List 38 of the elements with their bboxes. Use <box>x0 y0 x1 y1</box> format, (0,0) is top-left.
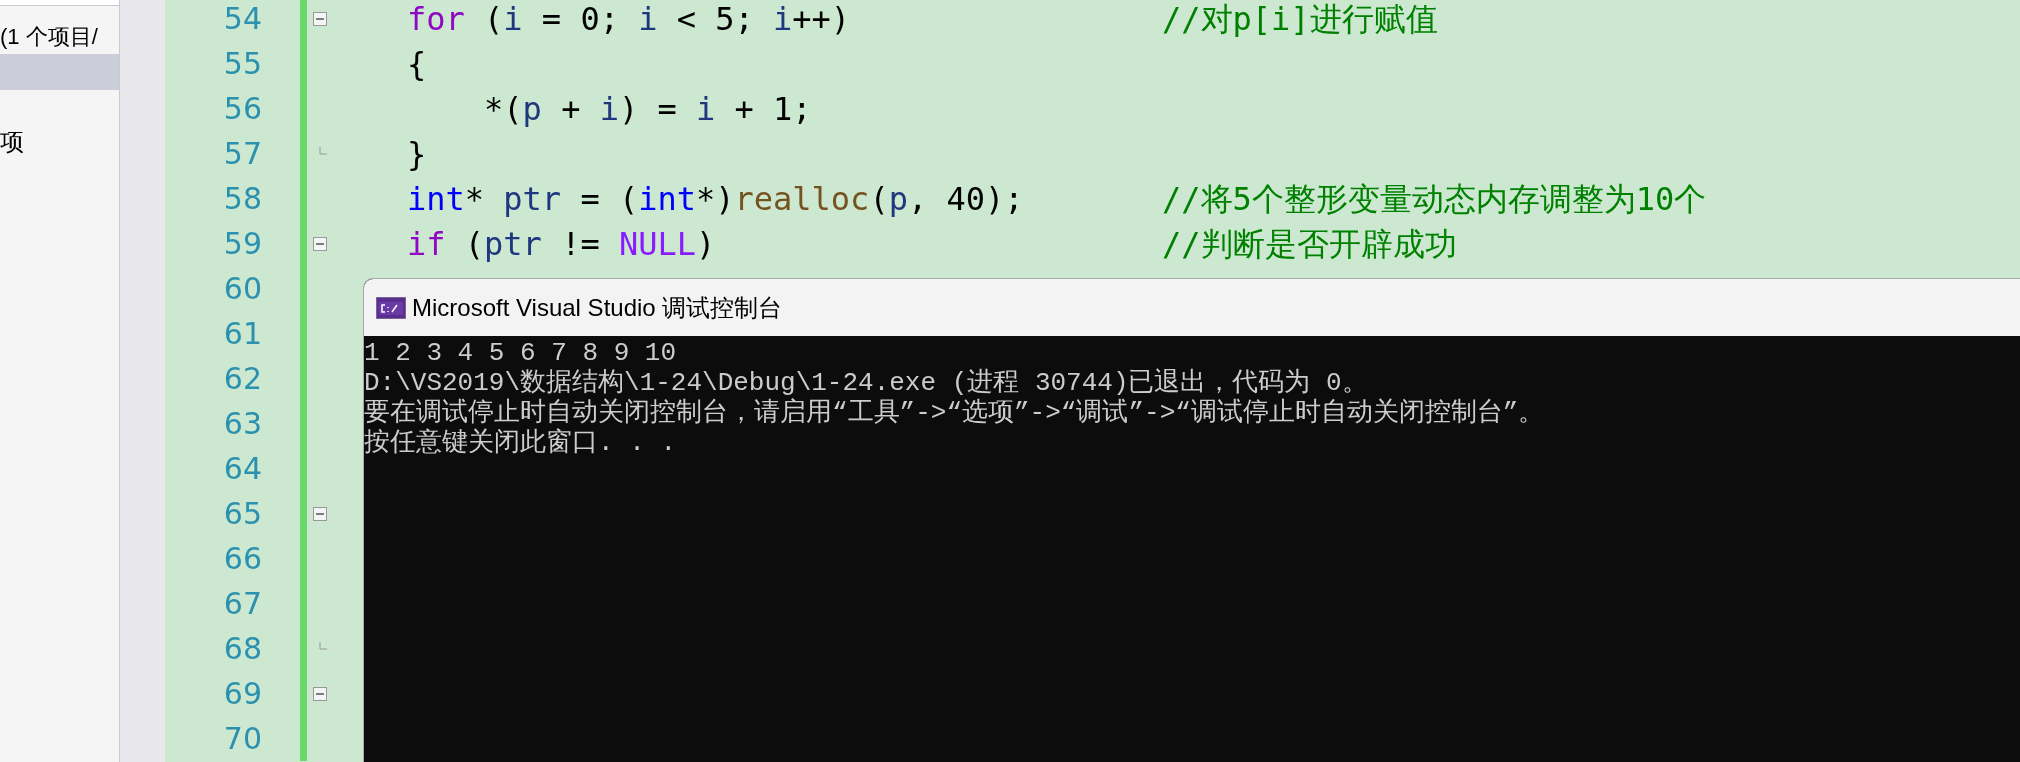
console-output-line: 按任意键关闭此窗口. . . <box>364 428 676 458</box>
code-line: for (i = 0; i < 5; i++) <box>407 0 852 40</box>
code-comment: //将5个整形变量动态内存调整为10个 <box>1162 178 1707 220</box>
collapse-icon[interactable] <box>313 236 327 251</box>
line-number: 63 <box>222 405 262 443</box>
console-app-icon <box>376 296 406 319</box>
item-count-text: (1 个项目/ <box>0 23 98 51</box>
console-output-line: 要在调试停止时自动关闭控制台，请启用“工具”->“选项”->“调试”->“调试停止时自动关闭控制台”。 <box>364 398 1545 428</box>
code-line: *(p + i) = i + 1; <box>483 88 813 130</box>
collapse-icon[interactable] <box>313 686 327 701</box>
line-number: 69 <box>222 675 262 713</box>
line-number: 62 <box>222 360 262 398</box>
line-number: 58 <box>222 180 262 218</box>
line-number: 64 <box>222 450 262 488</box>
code-line: int* ptr = (int*)realloc(p, 40); <box>407 178 1025 220</box>
line-number: 66 <box>222 540 262 578</box>
line-number: 67 <box>222 585 262 623</box>
code-line: } <box>407 133 428 175</box>
line-number: 54 <box>222 0 262 38</box>
window-title: Microsoft Visual Studio 调试控制台 <box>412 292 783 323</box>
collapse-icon[interactable] <box>313 11 327 26</box>
line-number: 57 <box>222 135 262 173</box>
line-number: 59 <box>222 225 262 263</box>
collapse-icon[interactable] <box>313 506 327 521</box>
console-output-line: D:\VS2019\数据结构\1-24\Debug\1-24.exe (进程 30744)已退出，代码为 0。 <box>364 368 1368 398</box>
tree-item[interactable]: 项 <box>0 124 119 160</box>
code-line: if (ptr != NULL) <box>407 223 717 265</box>
line-number: 70 <box>222 720 262 758</box>
code-comment: //判断是否开辟成功 <box>1162 223 1457 265</box>
line-number: 55 <box>222 45 262 83</box>
code-comment: //对p[i]进行赋值 <box>1162 0 1438 40</box>
line-number: 65 <box>222 495 262 533</box>
line-number: 61 <box>222 315 262 353</box>
line-number: 60 <box>222 270 262 308</box>
line-number: 56 <box>222 90 262 128</box>
code-line: { <box>407 43 428 85</box>
line-number: 68 <box>222 630 262 668</box>
console-output-line: 1 2 3 4 5 6 7 8 9 10 <box>364 338 677 368</box>
